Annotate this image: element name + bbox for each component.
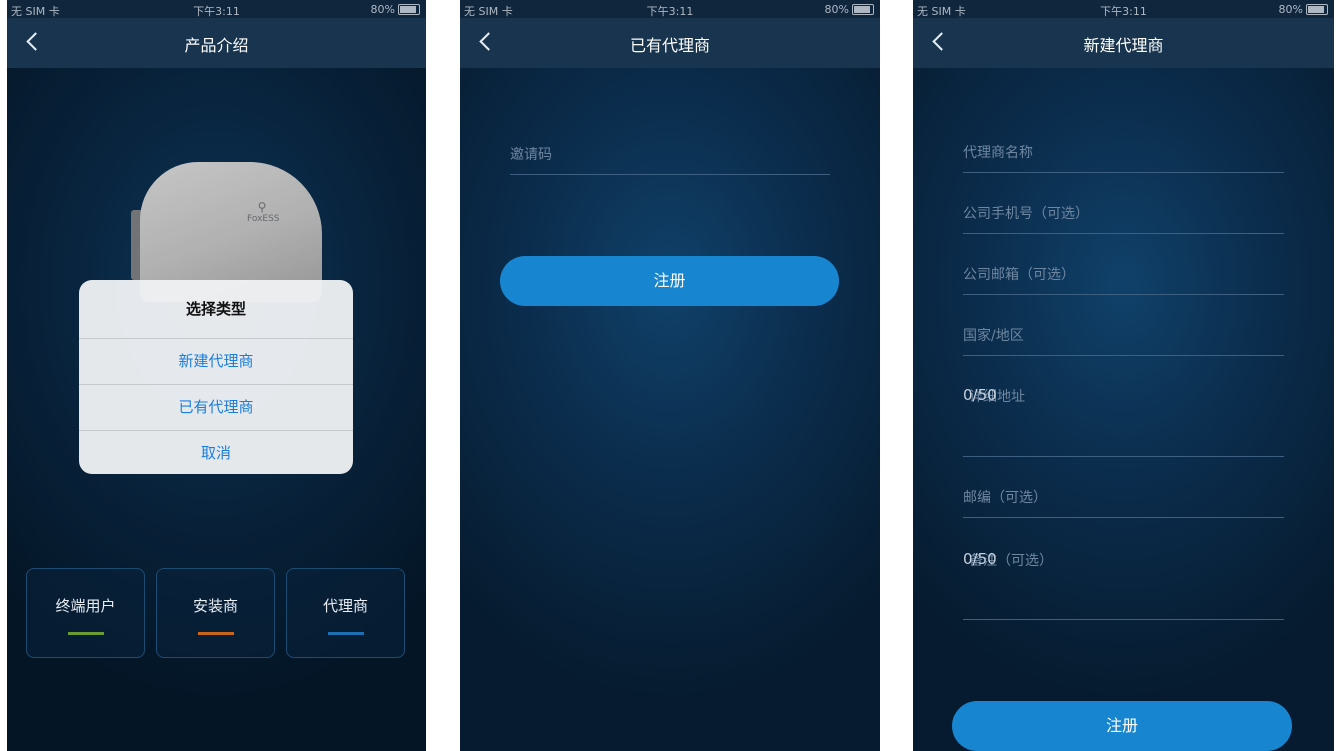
battery-percent: 80% — [370, 3, 395, 16]
remark-char-counter: 0/50 — [963, 550, 997, 568]
invite-code-placeholder: 邀请码 — [510, 147, 552, 163]
status-bar: 无 SIM 卡 下午3:11 80% — [913, 0, 1334, 18]
select-type-dialog: 选择类型 新建代理商 已有代理商 取消 — [79, 280, 353, 474]
role-installer-button[interactable]: 安装商 — [156, 568, 275, 658]
battery-icon — [1306, 4, 1328, 15]
existing-agent-screen: 无 SIM 卡 下午3:11 80% 已有代理商 邀请码 注册 — [460, 0, 880, 751]
detailed-address-textarea[interactable]: 详细地址 0/50 — [963, 376, 1284, 457]
new-agent-option[interactable]: 新建代理商 — [79, 339, 353, 385]
role-label: 终端用户 — [55, 597, 116, 615]
battery-icon — [398, 4, 420, 15]
role-agent-button[interactable]: 代理商 — [286, 568, 405, 658]
company-phone-placeholder: 公司手机号（可选） — [963, 206, 1089, 222]
battery-percent: 80% — [1278, 3, 1303, 16]
dialog-title: 选择类型 — [79, 280, 353, 339]
agent-name-placeholder: 代理商名称 — [963, 145, 1033, 161]
nav-bar: 已有代理商 — [460, 18, 880, 68]
status-bar: 无 SIM 卡 下午3:11 80% — [460, 0, 880, 18]
battery-icon — [852, 4, 874, 15]
battery-indicator: 80% — [825, 3, 874, 16]
time-label: 下午3:11 — [1100, 5, 1147, 18]
address-char-counter: 0/50 — [963, 386, 997, 404]
zip-code-input[interactable]: 邮编（可选） — [963, 477, 1284, 518]
zip-code-placeholder: 邮编（可选） — [963, 490, 1047, 506]
nav-bar: 新建代理商 — [913, 18, 1334, 68]
country-region-placeholder: 国家/地区 — [963, 328, 1024, 344]
page-title: 新建代理商 — [1083, 36, 1164, 55]
remark-textarea[interactable]: 备注（可选） 0/50 — [963, 540, 1284, 620]
product-intro-screen: 无 SIM 卡 下午3:11 80% 产品介绍 ⚲ FoxESS 选择类型 新建… — [7, 0, 426, 751]
role-color-bar — [327, 632, 364, 635]
role-label: 代理商 — [322, 597, 368, 615]
page-title: 已有代理商 — [629, 36, 710, 55]
time-label: 下午3:11 — [193, 5, 240, 18]
company-phone-input[interactable]: 公司手机号（可选） — [963, 193, 1284, 234]
role-label: 安装商 — [192, 597, 238, 615]
role-color-bar — [67, 632, 104, 635]
company-email-placeholder: 公司邮箱（可选） — [963, 267, 1075, 283]
time-label: 下午3:11 — [646, 5, 694, 18]
role-end-user-button[interactable]: 终端用户 — [26, 568, 145, 658]
page-title: 产品介绍 — [184, 36, 249, 55]
register-button[interactable]: 注册 — [500, 256, 839, 306]
battery-indicator: 80% — [1279, 3, 1328, 16]
country-region-input[interactable]: 国家/地区 — [963, 315, 1284, 356]
cancel-option[interactable]: 取消 — [79, 431, 353, 474]
invite-code-input[interactable]: 邀请码 — [510, 134, 830, 175]
new-agent-screen: 无 SIM 卡 下午3:11 80% 新建代理商 代理商名称 公司手机号（可选）… — [913, 0, 1334, 751]
company-email-input[interactable]: 公司邮箱（可选） — [963, 254, 1284, 295]
register-button[interactable]: 注册 — [952, 701, 1292, 751]
status-bar: 无 SIM 卡 下午3:11 80% — [7, 0, 426, 18]
existing-agent-option[interactable]: 已有代理商 — [79, 385, 353, 431]
battery-percent: 80% — [824, 3, 849, 16]
nav-bar: 产品介绍 — [7, 18, 426, 68]
role-color-bar — [197, 632, 234, 635]
agent-name-input[interactable]: 代理商名称 — [963, 132, 1284, 173]
role-selector: 终端用户 安装商 代理商 — [26, 568, 405, 658]
battery-indicator: 80% — [371, 3, 420, 16]
